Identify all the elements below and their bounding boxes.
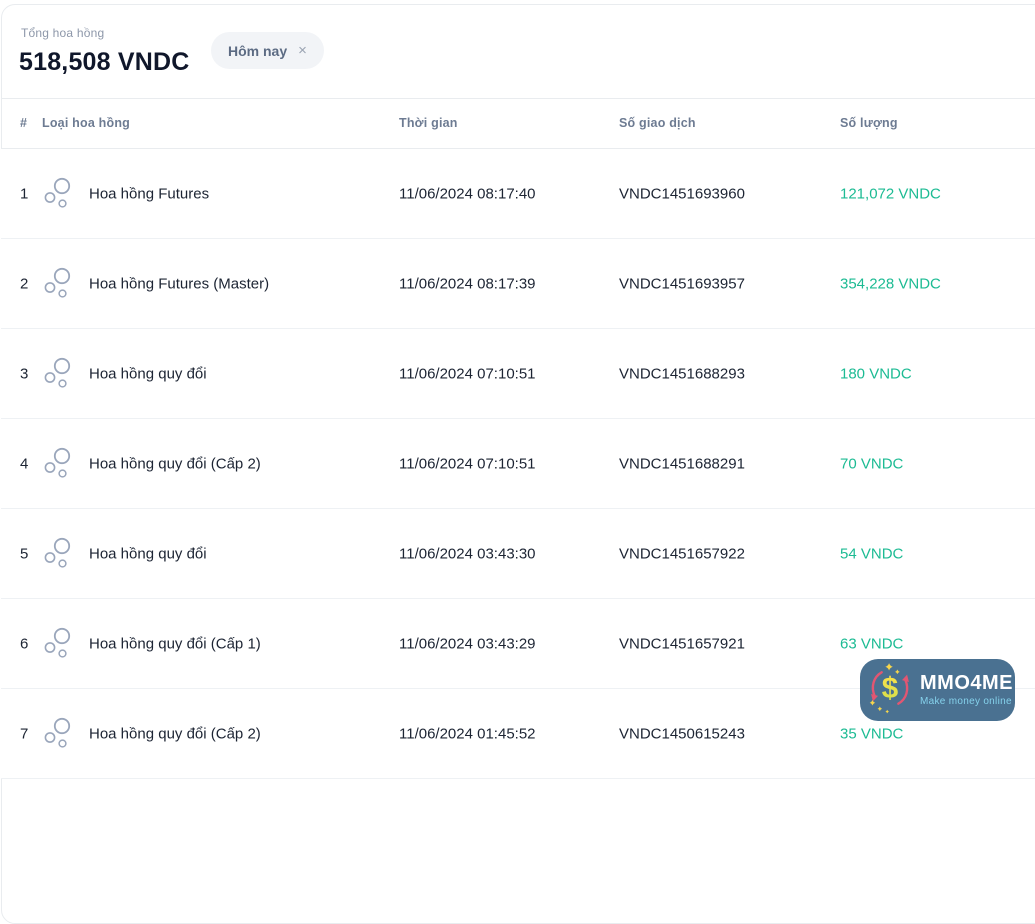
transaction-time: 11/06/2024 03:43:30: [399, 545, 536, 562]
row-index: 1: [20, 185, 29, 202]
commission-type: Hoa hồng quy đổi (Cấp 1): [89, 635, 261, 652]
table-row: 3 Hoa hồng quy đổi 11/06/2024 07:10:51 V…: [1, 329, 1035, 419]
bubbles-icon: [43, 447, 71, 481]
commission-type: Hoa hồng quy đổi: [89, 545, 207, 562]
table-header: # Loại hoa hồng Thời gian Số giao dịch S…: [1, 98, 1035, 149]
bubbles-icon: [43, 177, 71, 211]
transaction-time: 11/06/2024 07:10:51: [399, 365, 536, 382]
svg-text:$: $: [882, 672, 898, 705]
transaction-time: 11/06/2024 01:45:52: [399, 725, 536, 742]
watermark-title: MMO4ME: [920, 671, 1013, 694]
filter-chip-today[interactable]: Hôm nay ×: [211, 32, 324, 69]
commission-card: Tổng hoa hồng 518,508 VNDC Hôm nay × # L…: [1, 4, 1035, 924]
transaction-id: VNDC1451657921: [619, 635, 745, 652]
filter-chip-label: Hôm nay: [228, 42, 288, 59]
row-index: 4: [20, 455, 29, 472]
commission-type: Hoa hồng quy đổi (Cấp 2): [89, 455, 261, 472]
table-row: 1 Hoa hồng Futures 11/06/2024 08:17:40 V…: [1, 149, 1035, 239]
total-commission-value: 518,508 VNDC: [19, 48, 190, 76]
transaction-id: VNDC1451693957: [619, 275, 745, 292]
transaction-id: VNDC1451657922: [619, 545, 745, 562]
commission-type: Hoa hồng Futures (Master): [89, 275, 270, 292]
row-index: 3: [20, 365, 29, 382]
bubbles-icon: [43, 717, 71, 751]
amount-value: 63 VNDC: [840, 635, 904, 652]
transaction-id: VNDC1451693960: [619, 185, 745, 202]
transaction-time: 11/06/2024 08:17:40: [399, 185, 536, 202]
commission-type: Hoa hồng quy đổi (Cấp 2): [89, 725, 261, 742]
transaction-time: 11/06/2024 07:10:51: [399, 455, 536, 472]
close-icon[interactable]: ×: [298, 43, 307, 58]
row-index: 5: [20, 545, 29, 562]
bubbles-icon: [43, 357, 71, 391]
transaction-time: 11/06/2024 08:17:39: [399, 275, 536, 292]
table-row: 2 Hoa hồng Futures (Master) 11/06/2024 0…: [1, 239, 1035, 329]
bubbles-icon: [43, 537, 71, 571]
watermark-tagline: Make money online: [920, 695, 1012, 707]
amount-value: 70 VNDC: [840, 455, 904, 472]
mmo4me-watermark: $ MMO4ME Make money online: [860, 659, 1015, 721]
column-header-time: Thời gian: [399, 116, 458, 130]
amount-value: 54 VNDC: [840, 545, 904, 562]
commission-type: Hoa hồng quy đổi: [89, 365, 207, 382]
transaction-id: VNDC1451688293: [619, 365, 745, 382]
table-row: 4 Hoa hồng quy đổi (Cấp 2) 11/06/2024 07…: [1, 419, 1035, 509]
transaction-id: VNDC1451688291: [619, 455, 745, 472]
column-header-type: Loại hoa hồng: [42, 116, 131, 130]
column-header-tx: Số giao dịch: [619, 116, 696, 130]
row-index: 2: [20, 275, 29, 292]
column-header-index: #: [20, 116, 28, 130]
amount-value: 180 VNDC: [840, 365, 912, 382]
amount-value: 354,228 VNDC: [840, 275, 941, 292]
amount-value: 35 VNDC: [840, 725, 904, 742]
total-commission-label: Tổng hoa hồng: [21, 26, 105, 40]
table-row: 5 Hoa hồng quy đổi 11/06/2024 03:43:30 V…: [1, 509, 1035, 599]
row-index: 7: [20, 725, 29, 742]
bubbles-icon: [43, 627, 71, 661]
transaction-time: 11/06/2024 03:43:29: [399, 635, 536, 652]
dollar-coin-icon: $: [866, 660, 914, 721]
column-header-amount: Số lượng: [840, 116, 898, 130]
row-index: 6: [20, 635, 29, 652]
transaction-id: VNDC1450615243: [619, 725, 745, 742]
amount-value: 121,072 VNDC: [840, 185, 941, 202]
commission-type: Hoa hồng Futures: [89, 185, 210, 202]
bubbles-icon: [43, 267, 71, 301]
